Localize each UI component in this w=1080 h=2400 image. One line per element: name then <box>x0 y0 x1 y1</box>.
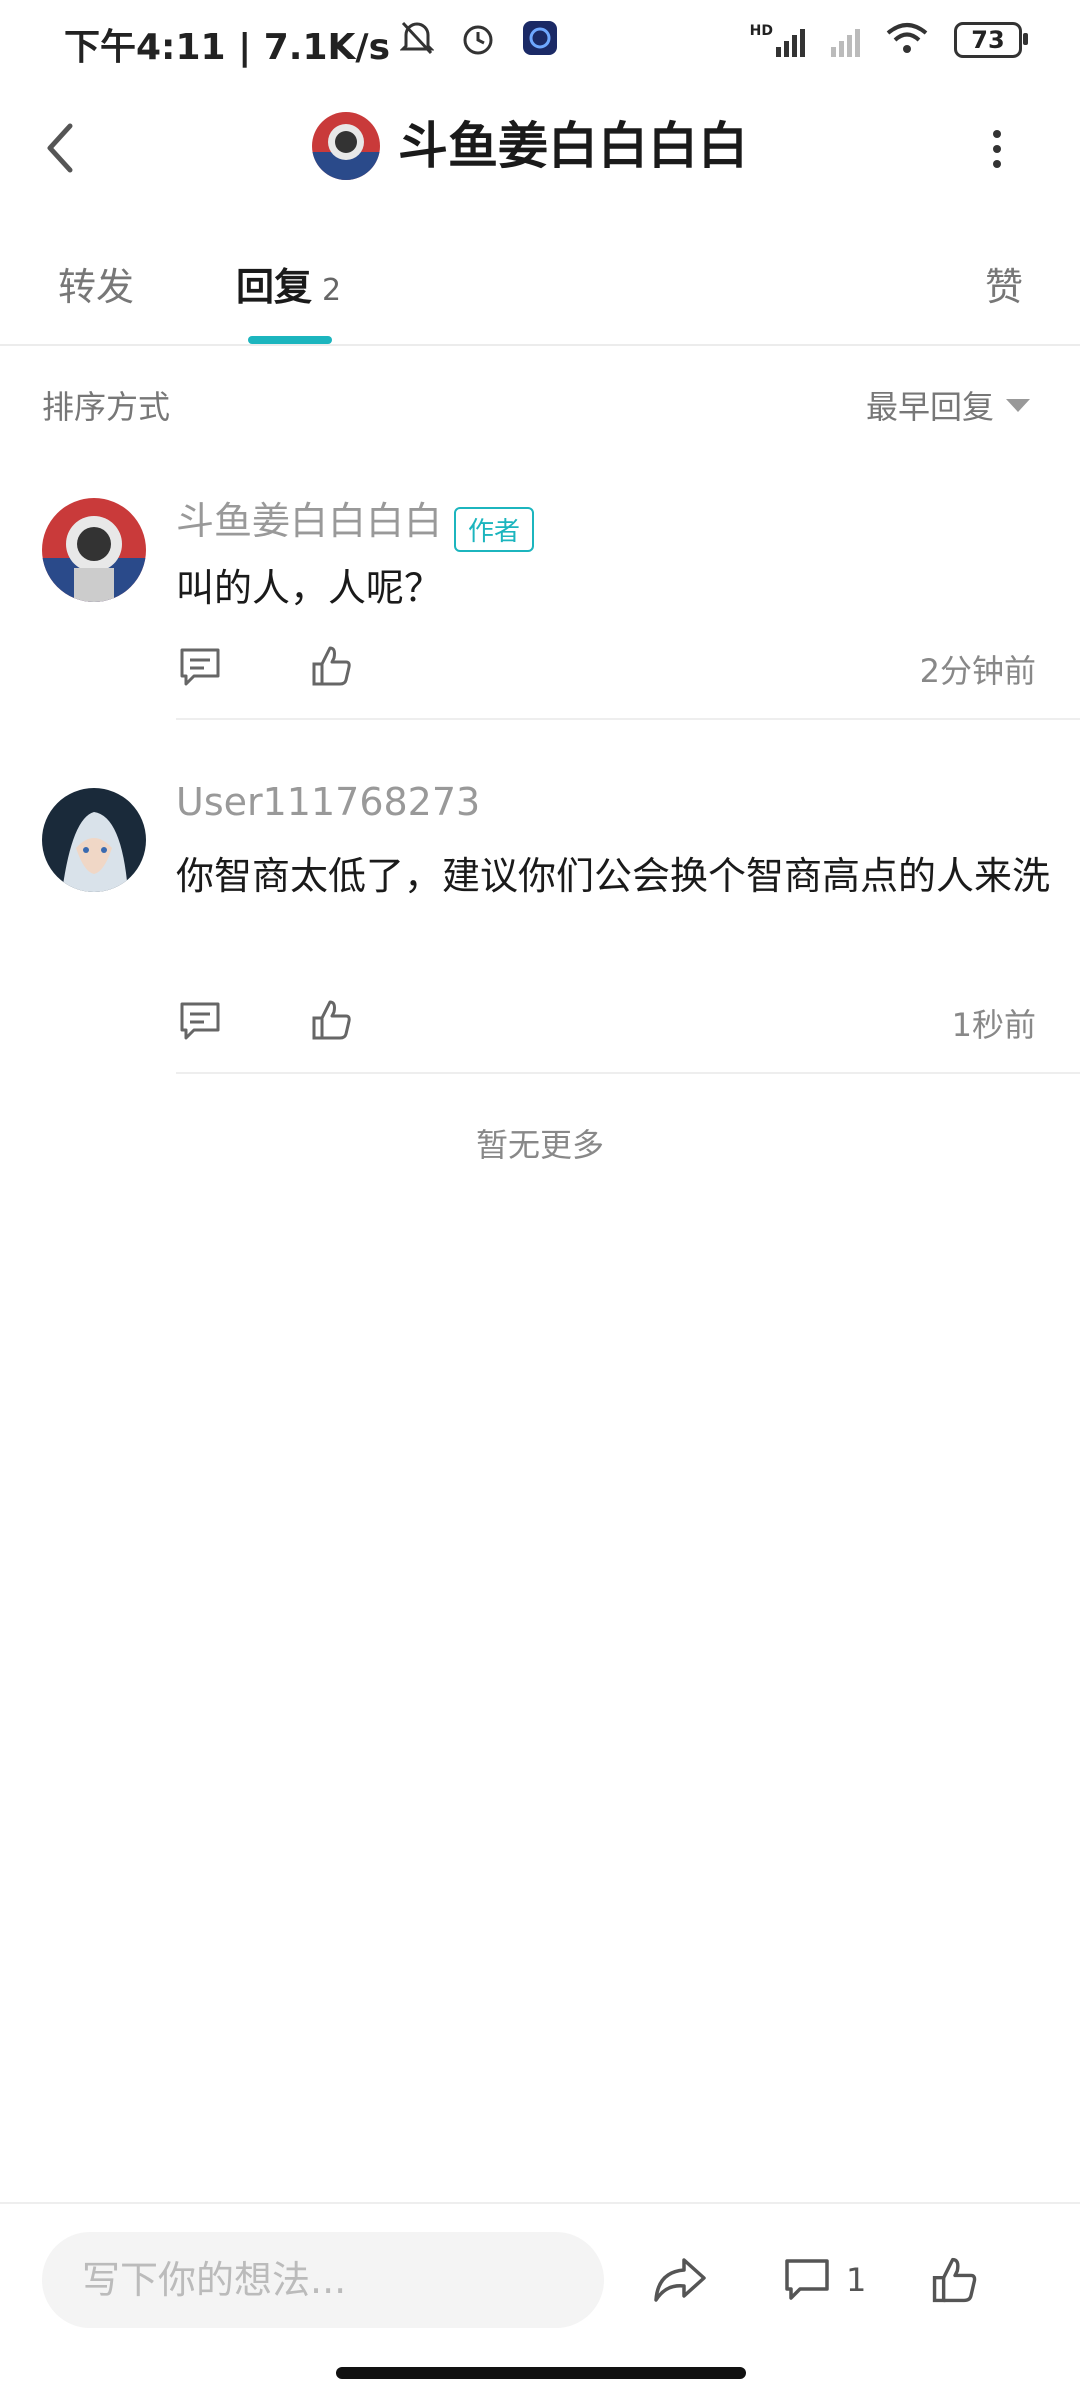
app-notification-icon <box>522 20 558 60</box>
comment-text: 你智商太低了，建议你们公会换个智商高点的人来洗 <box>176 854 1051 898</box>
comment-input-container[interactable] <box>42 2232 604 2328</box>
sort-dropdown[interactable]: 最早回复 <box>866 382 1030 428</box>
header-avatar[interactable] <box>312 112 380 180</box>
comment-icon <box>180 648 220 686</box>
signal-icon: HD <box>750 23 805 57</box>
no-more-text: 暂无更多 <box>475 1126 604 1164</box>
comment-time: 2分钟前 <box>919 652 1036 690</box>
comment-username[interactable]: User111768273 <box>176 780 480 824</box>
tab-forward[interactable]: 转发 <box>58 262 134 312</box>
comment-divider <box>176 1072 1080 1074</box>
share-icon <box>654 2258 706 2302</box>
comment-header: User111768273 <box>176 780 480 824</box>
bell-mute-icon <box>399 20 435 60</box>
bottom-bar-divider <box>0 2202 1080 2204</box>
author-badge: 作者 <box>454 507 535 552</box>
like-post-button[interactable] <box>930 2250 980 2310</box>
tab-active-indicator <box>248 336 332 344</box>
comment-input[interactable] <box>42 2232 604 2328</box>
tab-forward-label: 转发 <box>58 265 135 309</box>
status-icons: HD 73 <box>399 20 1028 60</box>
comment-icon <box>180 1002 220 1040</box>
tab-likes[interactable]: 赞 <box>985 262 1023 312</box>
sort-value: 最早回复 <box>865 388 994 426</box>
tab-replies-label: 回复 <box>236 265 313 309</box>
comment-username[interactable]: 斗鱼姜白白白白 <box>176 499 442 543</box>
comment-time: 1秒前 <box>951 1006 1036 1044</box>
more-dots-icon <box>993 130 1001 168</box>
caret-down-icon <box>1006 398 1030 412</box>
tab-replies-count: 2 <box>322 273 342 308</box>
tab-replies[interactable]: 回复 2 <box>236 262 341 316</box>
share-button[interactable] <box>652 2250 708 2310</box>
like-button[interactable] <box>310 998 354 1042</box>
sort-label: 排序方式 <box>42 388 171 426</box>
comment-avatar[interactable] <box>42 788 146 892</box>
comment-divider <box>176 718 1080 720</box>
tabs-divider <box>0 344 1080 346</box>
status-time: 下午4:11 | 7.1K/s <box>64 27 391 68</box>
back-arrow-icon <box>47 123 73 173</box>
like-icon <box>312 646 351 686</box>
comment-text: 叫的人，人呢？ <box>176 566 443 610</box>
comment-icon <box>785 2259 829 2300</box>
more-button[interactable] <box>985 126 1009 172</box>
like-button[interactable] <box>310 644 354 688</box>
comment-header: 斗鱼姜白白白白 作者 <box>176 490 535 552</box>
home-indicator[interactable] <box>336 2367 746 2379</box>
back-button[interactable] <box>40 118 80 178</box>
battery-indicator: 73 <box>954 22 1028 58</box>
tab-likes-label: 赞 <box>985 265 1024 309</box>
page-title: 斗鱼姜白白白白 <box>398 117 748 175</box>
like-icon <box>312 1000 351 1040</box>
wifi-icon <box>886 21 928 59</box>
reply-button[interactable] <box>178 998 222 1042</box>
comment-count-button[interactable]: 1 <box>782 2250 866 2310</box>
reply-button[interactable] <box>178 644 222 688</box>
signal-2-icon <box>831 23 860 57</box>
comment-avatar[interactable] <box>42 498 146 602</box>
comment-count: 1 <box>846 2261 867 2299</box>
like-icon <box>932 2257 977 2303</box>
alarm-icon <box>460 20 496 60</box>
